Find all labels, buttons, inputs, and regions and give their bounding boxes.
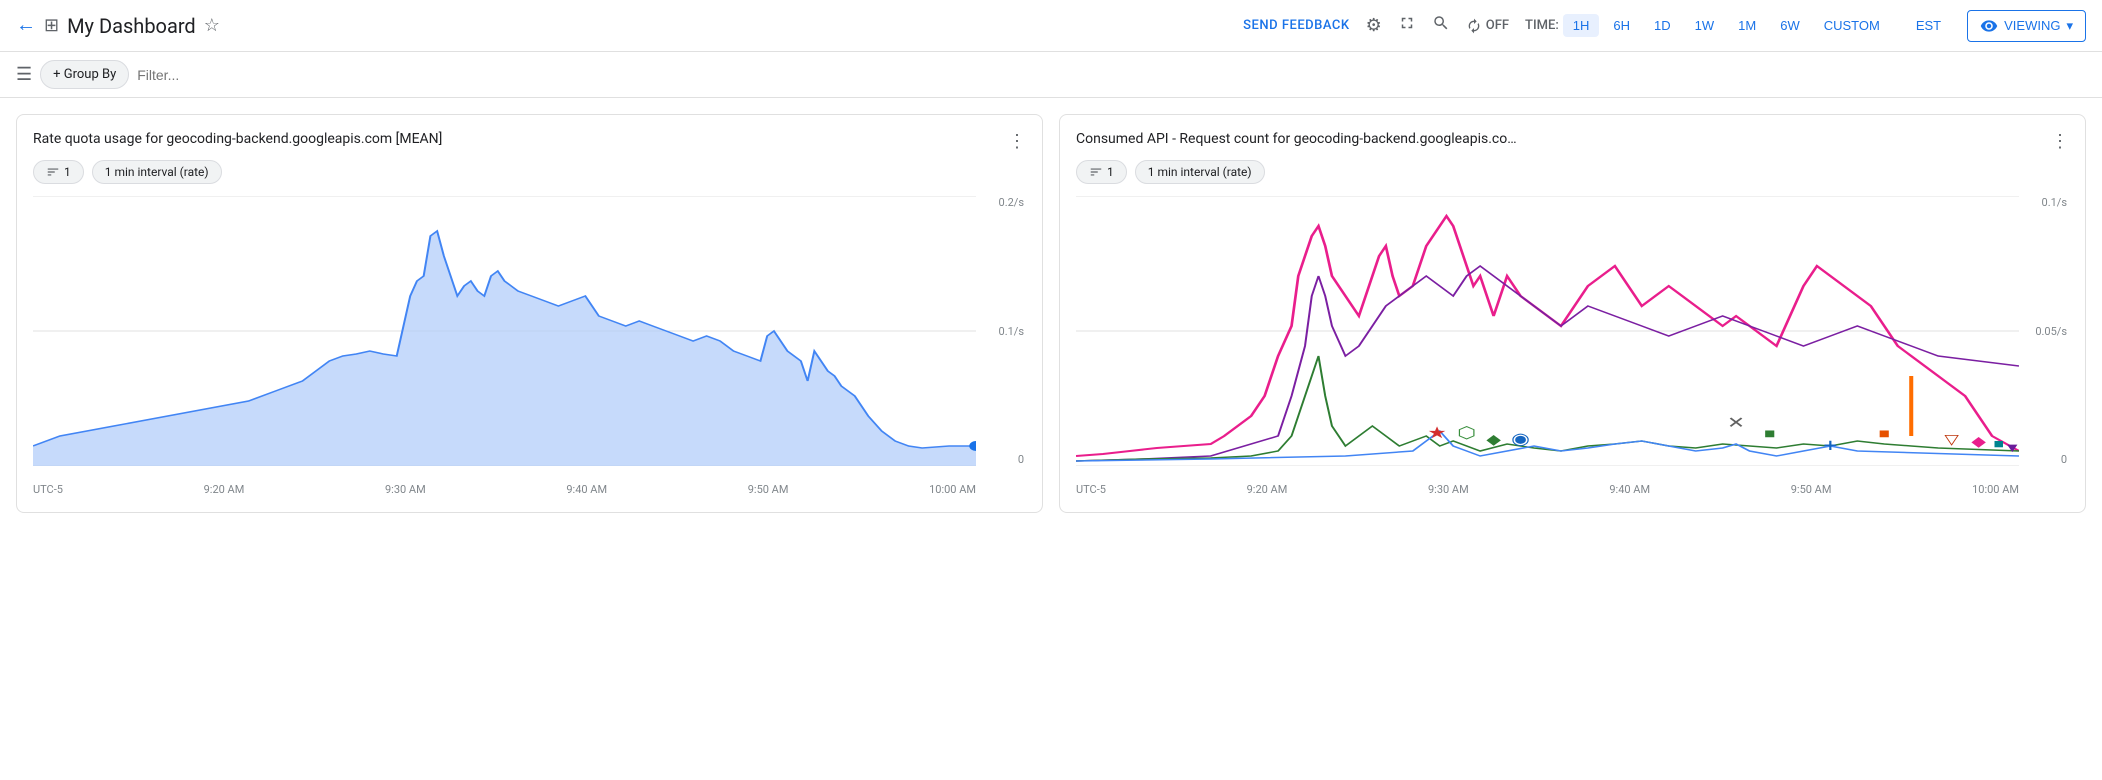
time-selector: TIME: 1H 6H 1D 1W 1M 6W CUSTOM	[1525, 14, 1890, 37]
y-label-top-1: 0.2/s	[999, 196, 1024, 209]
chart-card-2: Consumed API - Request count for geocodi…	[1059, 114, 2086, 513]
svg-text:⬡: ⬡	[1457, 423, 1476, 442]
chart-title-2: Consumed API - Request count for geocodi…	[1076, 131, 1517, 147]
x-label-0-1: UTC-5	[33, 483, 63, 496]
group-by-label: + Group By	[53, 67, 116, 82]
menu-icon[interactable]: ☰	[16, 64, 32, 85]
send-feedback-button[interactable]: SEND FEEDBACK	[1243, 18, 1349, 33]
chart-header-2: Consumed API - Request count for geocodi…	[1076, 131, 2069, 152]
y-label-mid-1: 0.1/s	[999, 325, 1024, 338]
chart-area-1: 0.2/s 0.1/s 0	[33, 196, 1026, 496]
time-6w-button[interactable]: 6W	[1770, 14, 1810, 37]
svg-text:■: ■	[1879, 426, 1890, 442]
y-label-mid-2: 0.05/s	[2035, 325, 2067, 338]
header-left: ← ⊞ My Dashboard ☆	[16, 14, 1231, 38]
time-6h-button[interactable]: 6H	[1603, 14, 1640, 37]
chart-svg-container-2: ★ ⬡ ◆ ◉ ✕ ■ + ■	[1076, 196, 2019, 466]
viewing-label: VIEWING	[2004, 18, 2060, 33]
x-label-3-2: 9:40 AM	[1609, 483, 1650, 496]
timezone-button[interactable]: EST	[1906, 14, 1951, 37]
chart-card-1: Rate quota usage for geocoding-backend.g…	[16, 114, 1043, 513]
svg-text:▽: ▽	[1944, 432, 1960, 448]
svg-text:■: ■	[1994, 436, 2005, 451]
back-button[interactable]: ←	[16, 14, 36, 37]
time-1d-button[interactable]: 1D	[1644, 14, 1681, 37]
chart-more-1[interactable]: ⋮	[1008, 131, 1026, 152]
interval-label-2: 1 min interval (rate)	[1148, 165, 1252, 179]
toolbar: ☰ + Group By	[0, 52, 2102, 98]
time-1w-button[interactable]: 1W	[1685, 14, 1725, 37]
x-axis-2: UTC-5 9:20 AM 9:30 AM 9:40 AM 9:50 AM 10…	[1076, 483, 2019, 496]
x-label-3-1: 9:40 AM	[566, 483, 607, 496]
x-label-0-2: UTC-5	[1076, 483, 1106, 496]
interval-label-1: 1 min interval (rate)	[105, 165, 209, 179]
auto-refresh-toggle[interactable]: OFF	[1466, 18, 1509, 34]
svg-text:◆: ◆	[1971, 434, 1987, 450]
app-header: ← ⊞ My Dashboard ☆ SEND FEEDBACK ⚙ OFF T…	[0, 0, 2102, 52]
interval-badge-2[interactable]: 1 min interval (rate)	[1135, 160, 1265, 184]
chart-area-2: 0.1/s 0.05/s 0	[1076, 196, 2069, 496]
chart-svg-container-1	[33, 196, 976, 466]
main-content: Rate quota usage for geocoding-backend.g…	[0, 98, 2102, 529]
x-label-4-2: 9:50 AM	[1791, 483, 1832, 496]
y-axis-1: 0.2/s 0.1/s 0	[999, 196, 1026, 466]
y-axis-2: 0.1/s 0.05/s 0	[2035, 196, 2069, 466]
x-axis-1: UTC-5 9:20 AM 9:30 AM 9:40 AM 9:50 AM 10…	[33, 483, 976, 496]
x-label-4-1: 9:50 AM	[748, 483, 789, 496]
svg-text:◉: ◉	[1511, 429, 1530, 448]
time-1h-button[interactable]: 1H	[1563, 14, 1600, 37]
viewing-button[interactable]: VIEWING ▾	[1967, 10, 2086, 42]
x-label-1-2: 9:20 AM	[1247, 483, 1288, 496]
filter-badge-count-2[interactable]: 1	[1076, 160, 1127, 184]
svg-text:+: +	[1824, 435, 1838, 456]
svg-text:✕: ✕	[1727, 413, 1745, 432]
chart-svg-1	[33, 196, 976, 466]
settings-button[interactable]: ⚙	[1366, 15, 1382, 36]
filter-badge-count-1[interactable]: 1	[33, 160, 84, 184]
x-label-1-1: 9:20 AM	[204, 483, 245, 496]
chart-more-2[interactable]: ⋮	[2051, 131, 2069, 152]
fullscreen-button[interactable]	[1398, 14, 1416, 37]
time-1m-button[interactable]: 1M	[1728, 14, 1766, 37]
y-label-top-2: 0.1/s	[2035, 196, 2067, 209]
chart-header-1: Rate quota usage for geocoding-backend.g…	[33, 131, 1026, 152]
filter-count-2: 1	[1107, 165, 1114, 179]
grid-icon[interactable]: ⊞	[44, 15, 59, 36]
refresh-status: OFF	[1486, 18, 1509, 33]
dashboard-title: My Dashboard	[67, 14, 196, 38]
svg-text:◆: ◆	[1486, 432, 1502, 448]
x-label-2-2: 9:30 AM	[1428, 483, 1469, 496]
chart-filters-1: 1 1 min interval (rate)	[33, 160, 1026, 184]
filter-input[interactable]	[137, 67, 2086, 83]
x-label-2-1: 9:30 AM	[385, 483, 426, 496]
time-custom-button[interactable]: CUSTOM	[1814, 14, 1890, 37]
time-label: TIME:	[1525, 18, 1559, 33]
y-label-bot-1: 0	[999, 453, 1024, 466]
header-center: SEND FEEDBACK ⚙ OFF TIME: 1H 6H 1D 1W 1M…	[1243, 10, 2086, 42]
x-label-5-1: 10:00 AM	[929, 483, 976, 496]
svg-text:★: ★	[1427, 423, 1446, 442]
search-button[interactable]	[1432, 14, 1450, 37]
viewing-dropdown-icon: ▾	[2066, 18, 2073, 34]
svg-text:▼: ▼	[2004, 440, 2019, 455]
group-by-button[interactable]: + Group By	[40, 60, 129, 89]
star-icon[interactable]: ☆	[204, 15, 220, 36]
filter-count-1: 1	[64, 165, 71, 179]
y-label-bot-2: 0	[2035, 453, 2067, 466]
interval-badge-1[interactable]: 1 min interval (rate)	[92, 160, 222, 184]
svg-text:■: ■	[1764, 426, 1775, 442]
chart-filters-2: 1 1 min interval (rate)	[1076, 160, 2069, 184]
x-label-5-2: 10:00 AM	[1972, 483, 2019, 496]
chart-title-1: Rate quota usage for geocoding-backend.g…	[33, 131, 442, 147]
chart-svg-2: ★ ⬡ ◆ ◉ ✕ ■ + ■	[1076, 196, 2019, 466]
